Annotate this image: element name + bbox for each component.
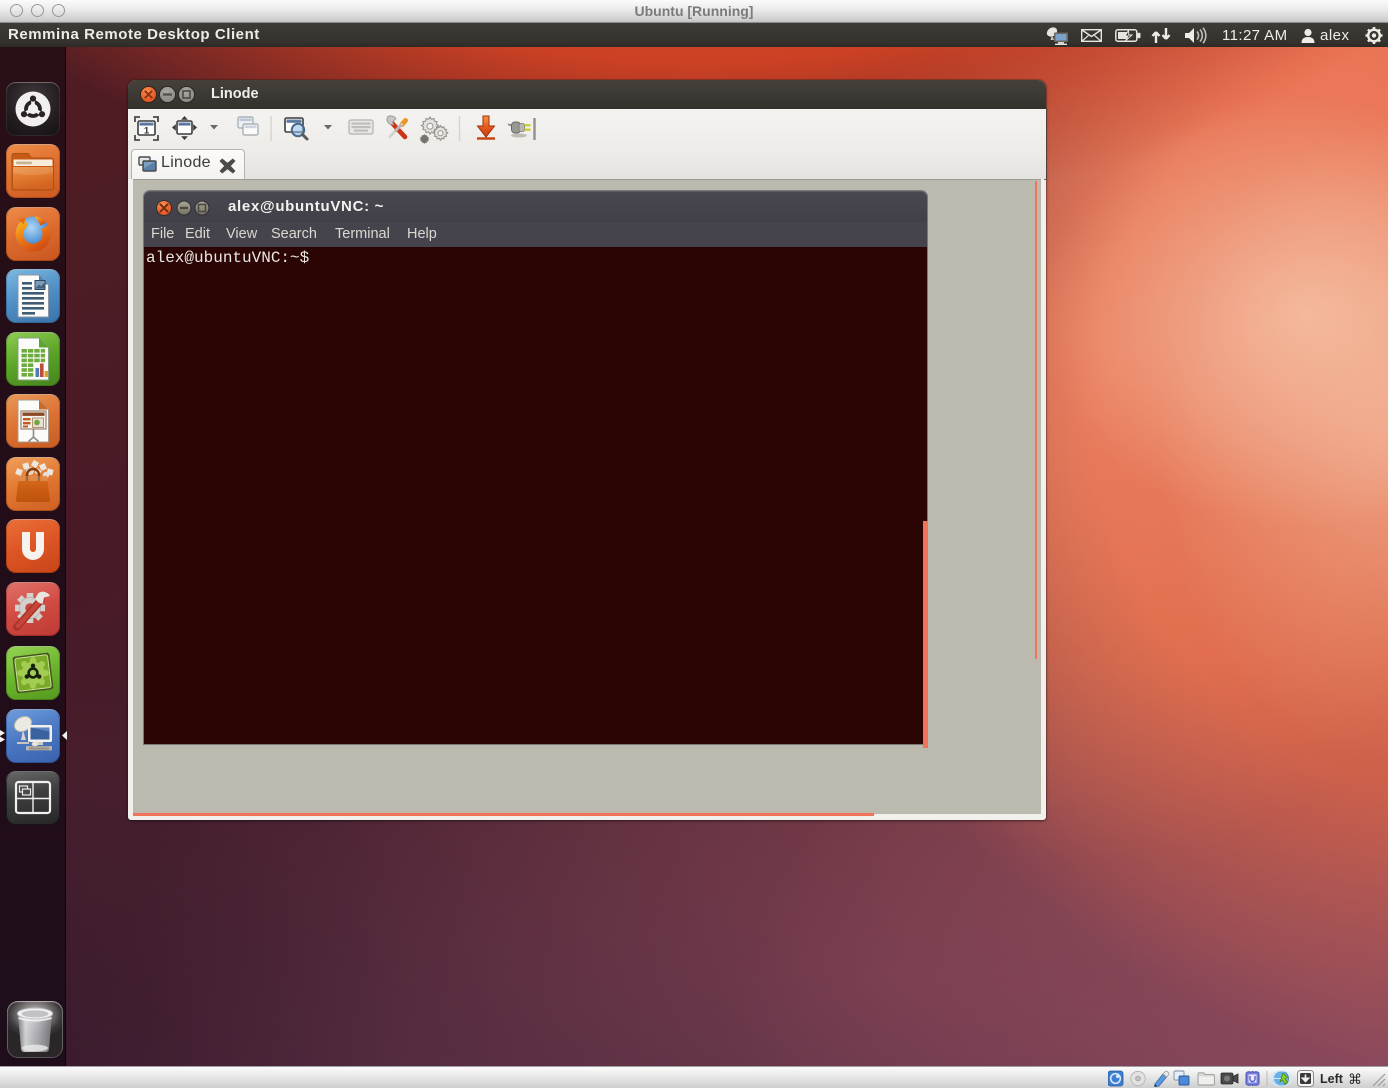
svg-text:Left: Left (1320, 1072, 1344, 1086)
svg-text:⌘: ⌘ (1348, 1071, 1362, 1087)
svg-text:1: 1 (144, 126, 150, 137)
